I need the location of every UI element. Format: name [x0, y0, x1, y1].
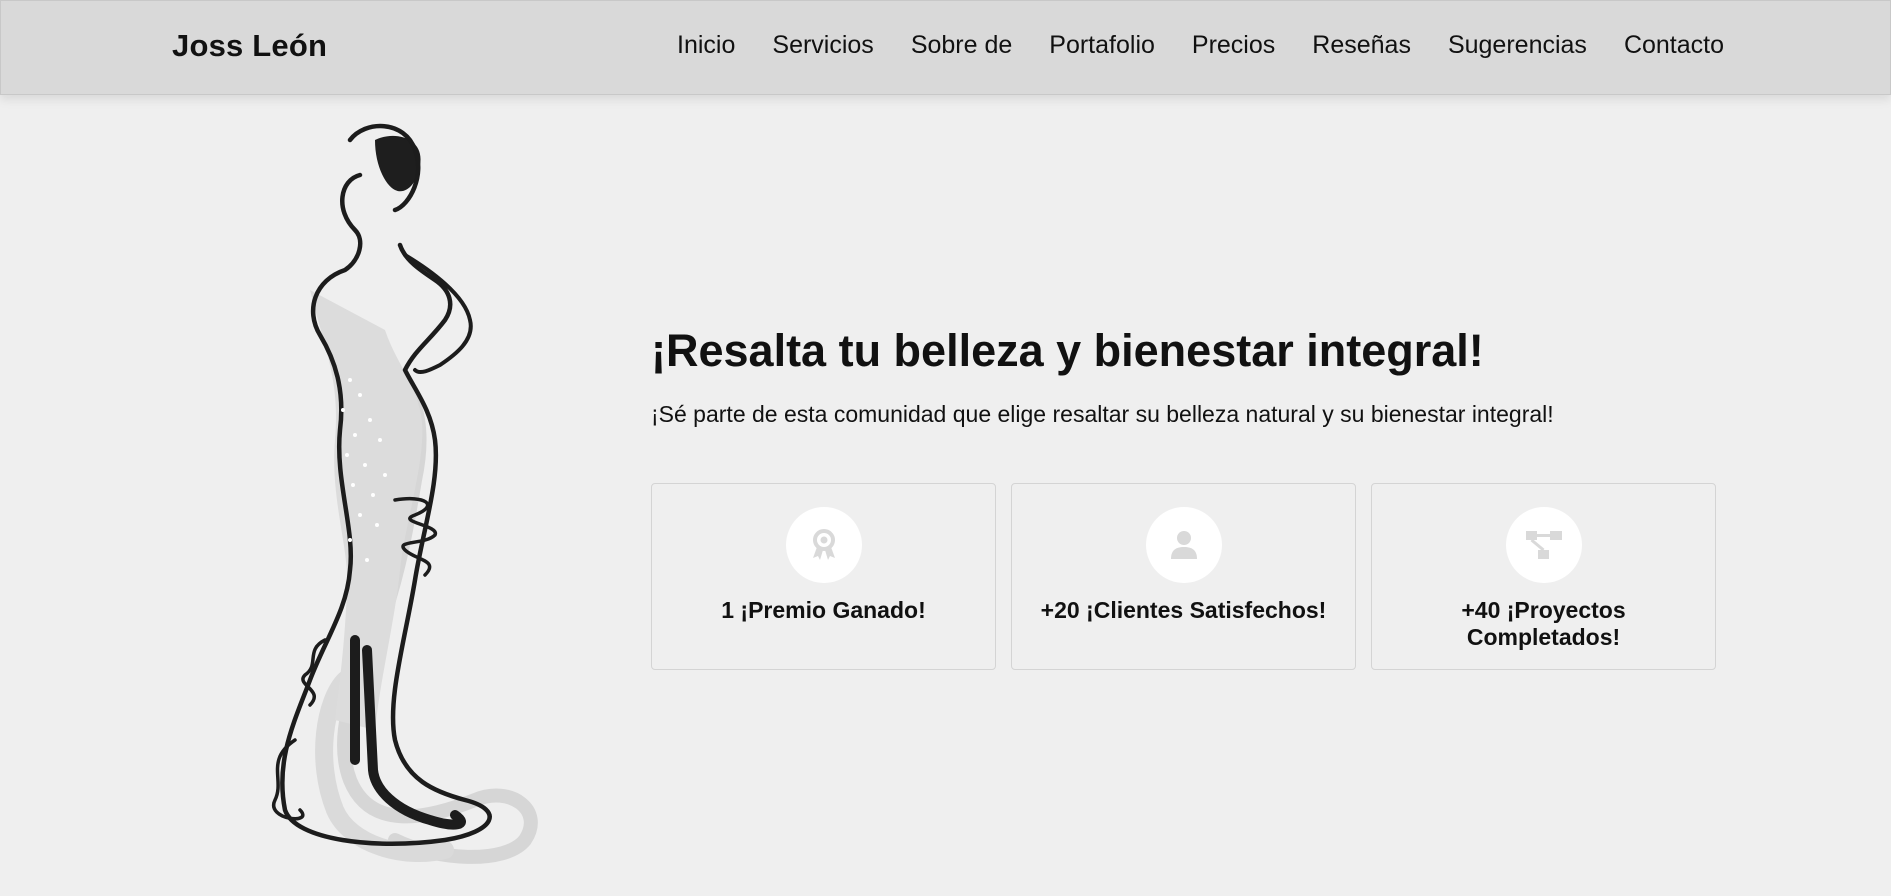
hero-title: ¡Resalta tu belleza y bienestar integral…: [651, 325, 1484, 376]
stat-label: 1 ¡Premio Ganado!: [721, 597, 926, 623]
nav-contacto[interactable]: Contacto: [1624, 31, 1724, 60]
site-header: Joss León Inicio Servicios Sobre de Port…: [0, 0, 1891, 95]
stats-row: 1 ¡Premio Ganado! +20 ¡Clientes Satisfec…: [651, 483, 1716, 670]
nav-resenas[interactable]: Reseñas: [1312, 31, 1411, 60]
nav-precios[interactable]: Precios: [1192, 31, 1275, 60]
dress-train-stroke: [350, 635, 466, 830]
nav-sobre-de[interactable]: Sobre de: [911, 31, 1012, 60]
nav-servicios[interactable]: Servicios: [772, 31, 873, 60]
project-diagram-icon: [1505, 507, 1582, 583]
nav-inicio[interactable]: Inicio: [677, 31, 735, 60]
stat-label: +20 ¡Clientes Satisfechos!: [1040, 597, 1327, 623]
main-nav: Inicio Servicios Sobre de Portafolio Pre…: [677, 31, 1724, 60]
stat-card-clients: +20 ¡Clientes Satisfechos!: [1011, 483, 1356, 670]
stat-card-projects: +40 ¡Proyectos Completados!: [1371, 483, 1716, 670]
nav-sugerencias[interactable]: Sugerencias: [1448, 31, 1587, 60]
brand-logo[interactable]: Joss León: [172, 28, 327, 64]
hero-subtitle: ¡Sé parte de esta comunidad que elige re…: [651, 401, 1554, 427]
stat-card-awards: 1 ¡Premio Ganado!: [651, 483, 996, 670]
award-ribbon-icon: [785, 507, 862, 583]
nav-portafolio[interactable]: Portafolio: [1049, 31, 1155, 60]
stat-label: +40 ¡Proyectos Completados!: [1461, 597, 1626, 650]
user-icon: [1145, 507, 1222, 583]
woman-in-gown-illustration: [271, 123, 538, 864]
